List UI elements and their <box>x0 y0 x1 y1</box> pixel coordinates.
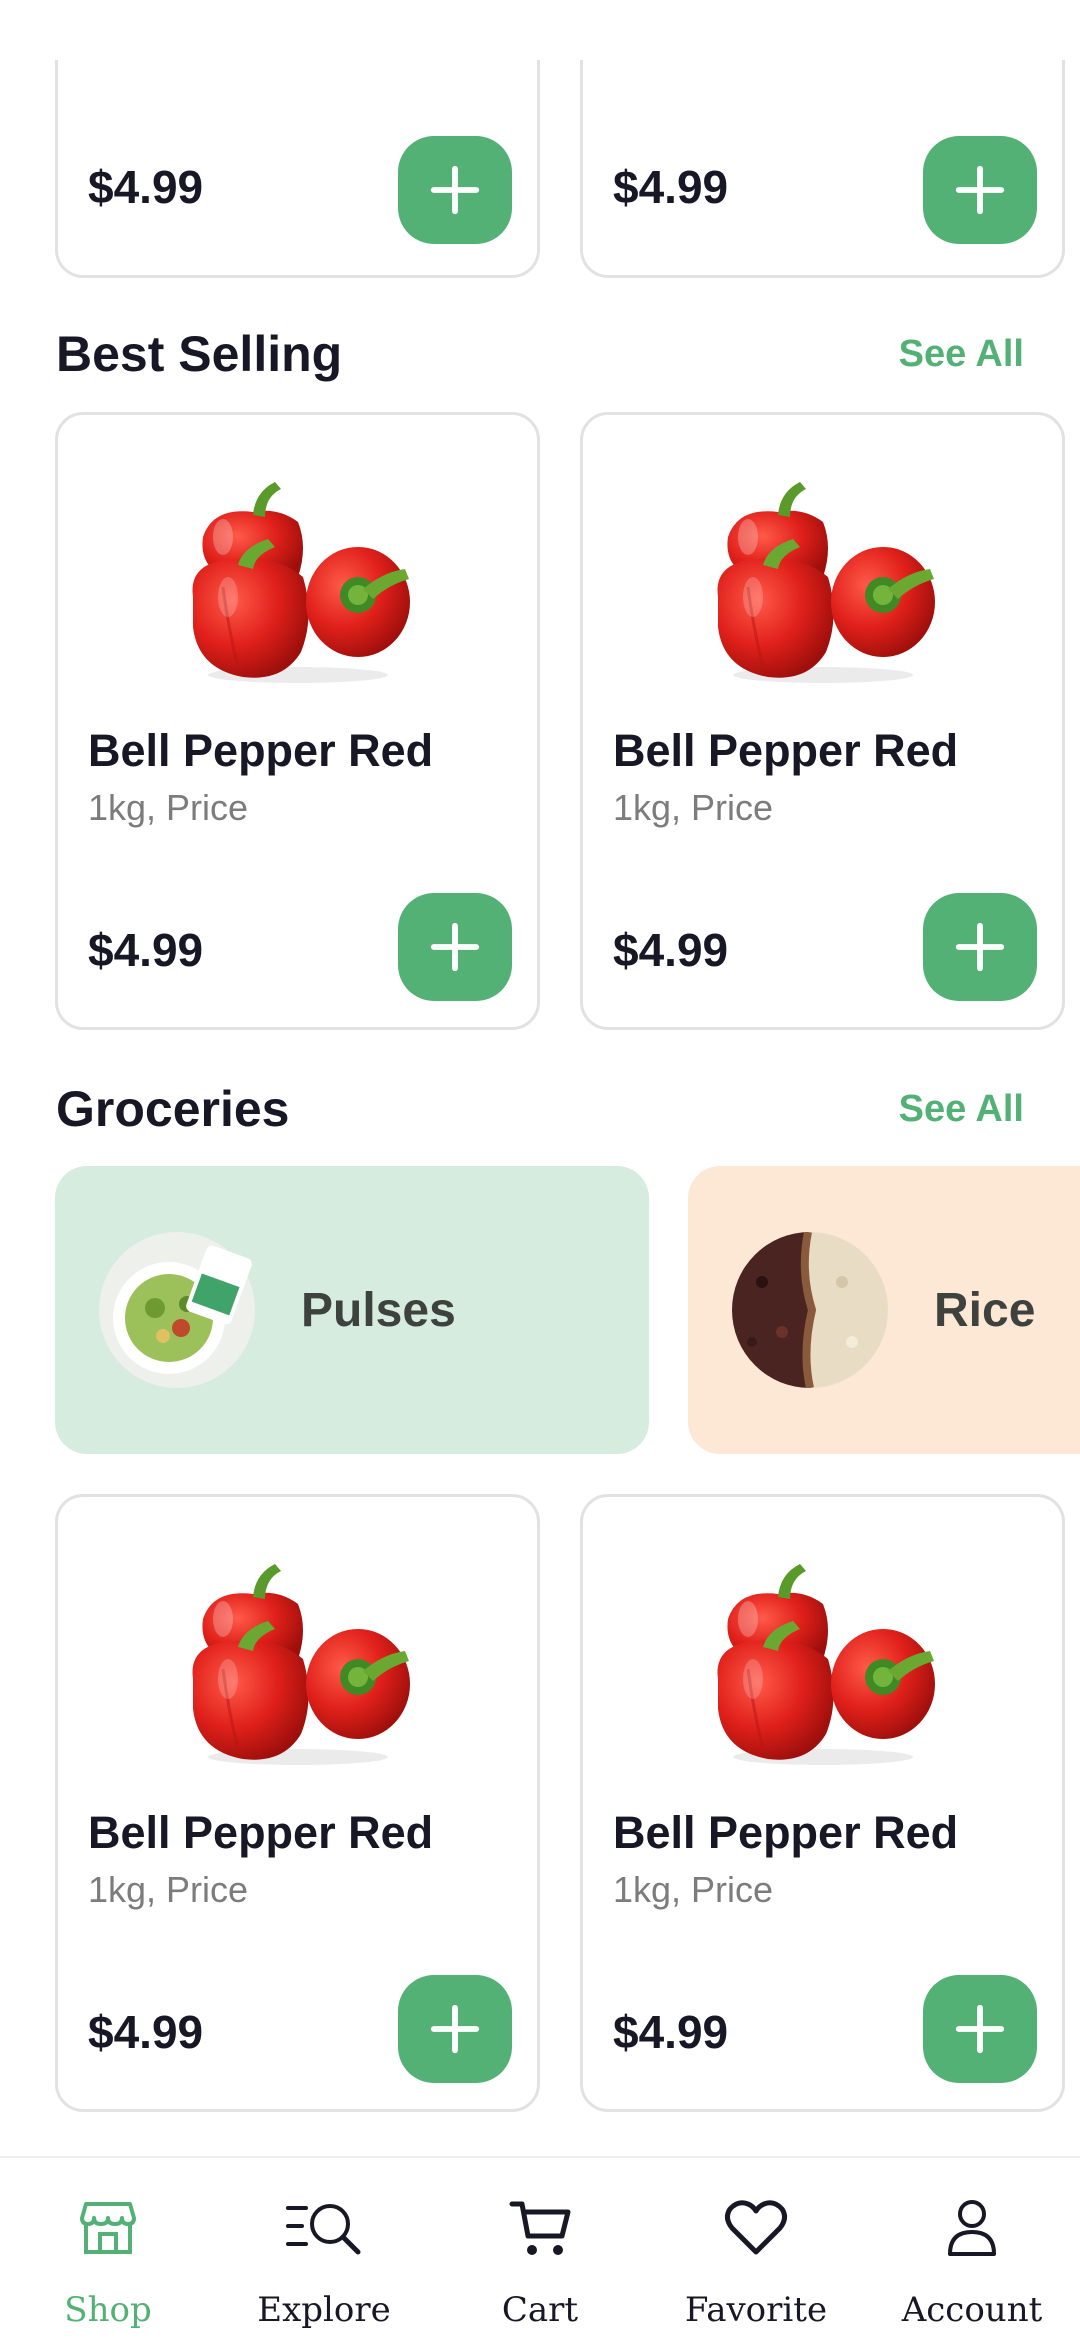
plus-icon <box>951 2000 1009 2058</box>
nav-label: Explore <box>257 2290 391 2330</box>
category-card-pulses[interactable]: Pulses <box>55 1166 649 1454</box>
product-name: Bell Pepper Red <box>88 1807 434 1858</box>
add-to-cart-button[interactable] <box>398 893 512 1001</box>
product-image <box>183 477 413 687</box>
product-subtitle: 1kg, Price <box>88 787 249 828</box>
product-subtitle: 1kg, Price <box>88 1869 249 1910</box>
product-card[interactable]: Bell Pepper Red 1kg, Price $4.99 <box>580 412 1065 1030</box>
product-price: $4.99 <box>88 2006 204 2058</box>
nav-label: Favorite <box>684 2290 828 2330</box>
nav-item-shop[interactable]: Shop <box>0 2158 216 2342</box>
plus-icon <box>426 161 484 219</box>
product-image <box>708 477 938 687</box>
product-price: $4.99 <box>88 924 204 976</box>
plus-icon <box>951 918 1009 976</box>
product-image <box>183 1559 413 1769</box>
add-to-cart-button[interactable] <box>923 893 1037 1001</box>
nav-item-explore[interactable]: Explore <box>216 2158 432 2342</box>
nav-label: Shop <box>64 2290 152 2330</box>
nav-item-cart[interactable]: Cart <box>432 2158 648 2342</box>
product-subtitle: 1kg, Price <box>613 1869 774 1910</box>
add-to-cart-button[interactable] <box>923 136 1037 244</box>
add-to-cart-button[interactable] <box>398 1975 512 2083</box>
bottom-nav: Shop Explore Cart Favorite Account <box>0 2156 1080 2342</box>
rice-image <box>732 1232 888 1388</box>
add-to-cart-button[interactable] <box>923 1975 1037 2083</box>
product-card[interactable]: Bell Pepper Red 1kg, Price $4.99 <box>55 1494 540 2112</box>
product-name: Bell Pepper Red <box>613 725 959 776</box>
section-title-best-selling: Best Selling <box>56 326 343 382</box>
product-subtitle: 1kg, Price <box>613 787 774 828</box>
nav-item-account[interactable]: Account <box>864 2158 1080 2342</box>
category-card-rice[interactable]: Rice <box>688 1166 1080 1454</box>
product-price: $4.99 <box>88 161 204 213</box>
product-card[interactable]: Bell Pepper Red 1kg, Price $4.99 <box>55 412 540 1030</box>
nav-item-favorite[interactable]: Favorite <box>648 2158 864 2342</box>
plus-icon <box>951 161 1009 219</box>
product-price: $4.99 <box>613 161 729 213</box>
category-label: Rice <box>934 1283 1036 1337</box>
see-all-best-selling-link[interactable]: See All <box>899 333 1024 376</box>
see-all-groceries-link[interactable]: See All <box>899 1088 1024 1131</box>
explore-icon <box>286 2204 361 2255</box>
pulses-image <box>99 1232 255 1388</box>
heart-icon <box>724 2200 788 2255</box>
plus-icon <box>426 918 484 976</box>
shop-icon <box>80 2202 136 2254</box>
account-icon <box>948 2200 996 2256</box>
product-card[interactable]: $4.99 <box>55 60 540 278</box>
add-to-cart-button[interactable] <box>398 136 512 244</box>
section-title-groceries: Groceries <box>56 1081 290 1137</box>
product-name: Bell Pepper Red <box>613 1807 959 1858</box>
plus-icon <box>426 2000 484 2058</box>
nav-label: Account <box>901 2290 1043 2330</box>
cart-icon <box>509 2201 571 2255</box>
product-name: Bell Pepper Red <box>88 725 434 776</box>
product-price: $4.99 <box>613 924 729 976</box>
category-label: Pulses <box>301 1283 456 1337</box>
product-image <box>708 1559 938 1769</box>
product-card[interactable]: $4.99 <box>580 60 1065 278</box>
nav-label: Cart <box>501 2290 579 2330</box>
product-card[interactable]: Bell Pepper Red 1kg, Price $4.99 <box>580 1494 1065 2112</box>
product-price: $4.99 <box>613 2006 729 2058</box>
